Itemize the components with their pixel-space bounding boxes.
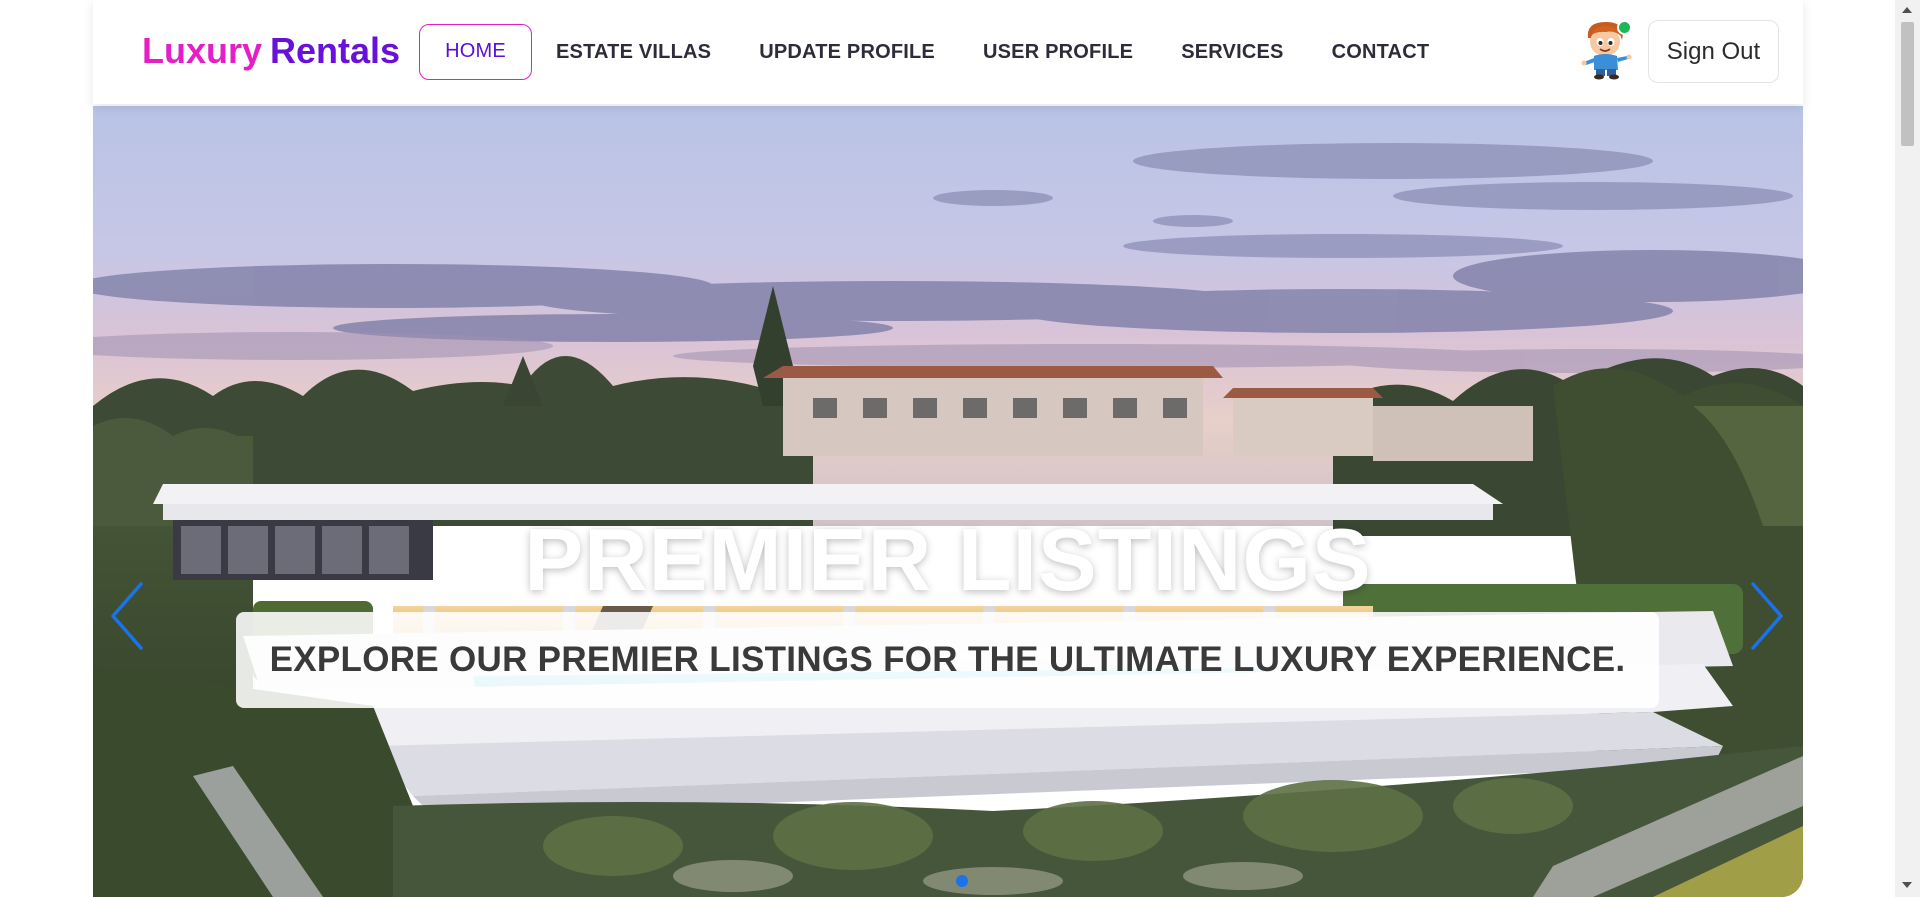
avatar[interactable] — [1574, 16, 1638, 80]
brand-logo[interactable]: Luxury Rentals — [142, 29, 400, 73]
scrollbar-thumb[interactable] — [1901, 22, 1914, 146]
carousel-indicator-dot[interactable] — [956, 875, 968, 887]
chevron-right-icon — [1751, 582, 1783, 650]
hero-caption-box: EXPLORE OUR PREMIER LISTINGS FOR THE ULT… — [236, 612, 1659, 708]
sign-out-button[interactable]: Sign Out — [1648, 20, 1779, 83]
scroll-up-arrow-icon[interactable] — [1902, 7, 1912, 13]
luxury-villa-image — [93, 106, 1803, 897]
page: Luxury Rentals HOME ESTATE VILLAS UPDATE … — [0, 0, 1920, 897]
brand-part-1: Luxury — [142, 30, 263, 71]
nav-link-contact[interactable]: CONTACT — [1308, 24, 1454, 80]
page-scrollbar[interactable] — [1895, 0, 1920, 897]
navbar: Luxury Rentals HOME ESTATE VILLAS UPDATE … — [93, 0, 1803, 104]
nav-link-estate-villas[interactable]: ESTATE VILLAS — [532, 24, 735, 80]
chevron-left-icon — [111, 582, 143, 650]
nav-link-home[interactable]: HOME — [419, 24, 532, 80]
scroll-down-arrow-icon[interactable] — [1902, 882, 1912, 888]
online-status-dot — [1617, 20, 1632, 35]
nav-links: HOME ESTATE VILLAS UPDATE PROFILE USER P… — [419, 24, 1453, 80]
brand-part-2: Rentals — [270, 30, 401, 71]
nav-link-services[interactable]: SERVICES — [1157, 24, 1307, 80]
carousel-prev-button[interactable] — [107, 576, 151, 656]
carousel-next-button[interactable] — [1743, 576, 1787, 656]
hero-carousel: PREMIER LISTINGS EXPLORE OUR PREMIER LIS… — [93, 106, 1803, 897]
nav-link-update-profile[interactable]: UPDATE PROFILE — [735, 24, 959, 80]
hero-caption: EXPLORE OUR PREMIER LISTINGS FOR THE ULT… — [269, 640, 1626, 679]
hero-title: PREMIER LISTINGS — [524, 510, 1372, 609]
nav-link-user-profile[interactable]: USER PROFILE — [959, 24, 1157, 80]
